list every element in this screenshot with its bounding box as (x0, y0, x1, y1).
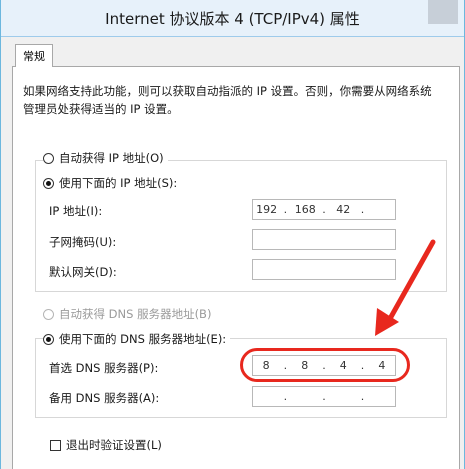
default-gateway-field[interactable] (252, 259, 396, 280)
manual-ip-label: 使用下面的 IP 地址(S): (59, 176, 178, 190)
auto-dns-label: 自动获得 DNS 服务器地址(B) (59, 307, 212, 321)
close-button[interactable] (428, 0, 458, 24)
alt-dns-dot: . (322, 390, 326, 403)
ip-dot: . (322, 203, 326, 216)
ip-address-field[interactable]: 192 . 168 . 42 . (252, 199, 396, 220)
dns-dot: . (283, 359, 288, 372)
ip-dot: . (283, 203, 288, 216)
manual-dns-label: 使用下面的 DNS 服务器地址(E): (59, 332, 227, 346)
ip-address-label: IP 地址(I): (49, 204, 103, 218)
dns-part-3: 4 (339, 359, 347, 372)
dns-part-4: 4 (378, 359, 386, 372)
auto-ip-label: 自动获得 IP 地址(O) (59, 151, 164, 165)
subnet-mask-field[interactable] (252, 229, 396, 250)
alt-dns-dot: . (283, 390, 288, 403)
ip-part-3: 42 (336, 203, 351, 216)
description-text: 如果网络支持此功能，则可以获取自动指派的 IP 设置。否则，你需要从网络系统管理… (23, 84, 432, 116)
auto-dns-radio (43, 308, 54, 320)
manual-dns-radio-row[interactable]: 使用下面的 DNS 服务器地址(E): (43, 331, 231, 347)
auto-dns-radio-row: 自动获得 DNS 服务器地址(B) (43, 306, 211, 322)
title-bar: Internet 协议版本 4 (TCP/IPv4) 属性 (1, 0, 464, 37)
dns-part-1: 8 (262, 359, 270, 372)
preferred-dns-field[interactable]: 8 . 8 . 4 . 4 (252, 355, 396, 376)
alternate-dns-label: 备用 DNS 服务器(A): (49, 391, 160, 405)
alternate-dns-field[interactable]: . . . (252, 386, 396, 407)
subnet-mask-label: 子网掩码(U): (49, 235, 117, 249)
tab-general[interactable]: 常规 (15, 44, 53, 67)
window-title: Internet 协议版本 4 (TCP/IPv4) 属性 (105, 9, 360, 28)
ipv4-properties-dialog: Internet 协议版本 4 (TCP/IPv4) 属性 常规 如果网络支持此… (0, 0, 465, 469)
auto-ip-radio-row[interactable]: 自动获得 IP 地址(O) (43, 150, 168, 166)
ip-part-2: 168 (294, 203, 316, 216)
alt-dns-dot: . (360, 390, 365, 403)
manual-ip-radio[interactable] (43, 177, 54, 189)
dns-part-2: 8 (301, 359, 309, 372)
validate-on-exit-label: 退出时验证设置(L) (66, 438, 162, 452)
manual-ip-radio-row[interactable]: 使用下面的 IP 地址(S): (43, 175, 182, 191)
dns-dot: . (322, 359, 326, 372)
manual-dns-radio[interactable] (43, 333, 54, 345)
validate-on-exit-row[interactable]: 退出时验证设置(L) (50, 437, 162, 453)
validate-on-exit-checkbox[interactable] (50, 439, 61, 451)
default-gateway-label: 默认网关(D): (49, 265, 117, 279)
ip-dot: . (360, 203, 365, 216)
auto-ip-radio[interactable] (43, 152, 54, 164)
dns-dot: . (360, 359, 365, 372)
ip-part-1: 192 (256, 203, 278, 216)
preferred-dns-label: 首选 DNS 服务器(P): (49, 361, 159, 375)
